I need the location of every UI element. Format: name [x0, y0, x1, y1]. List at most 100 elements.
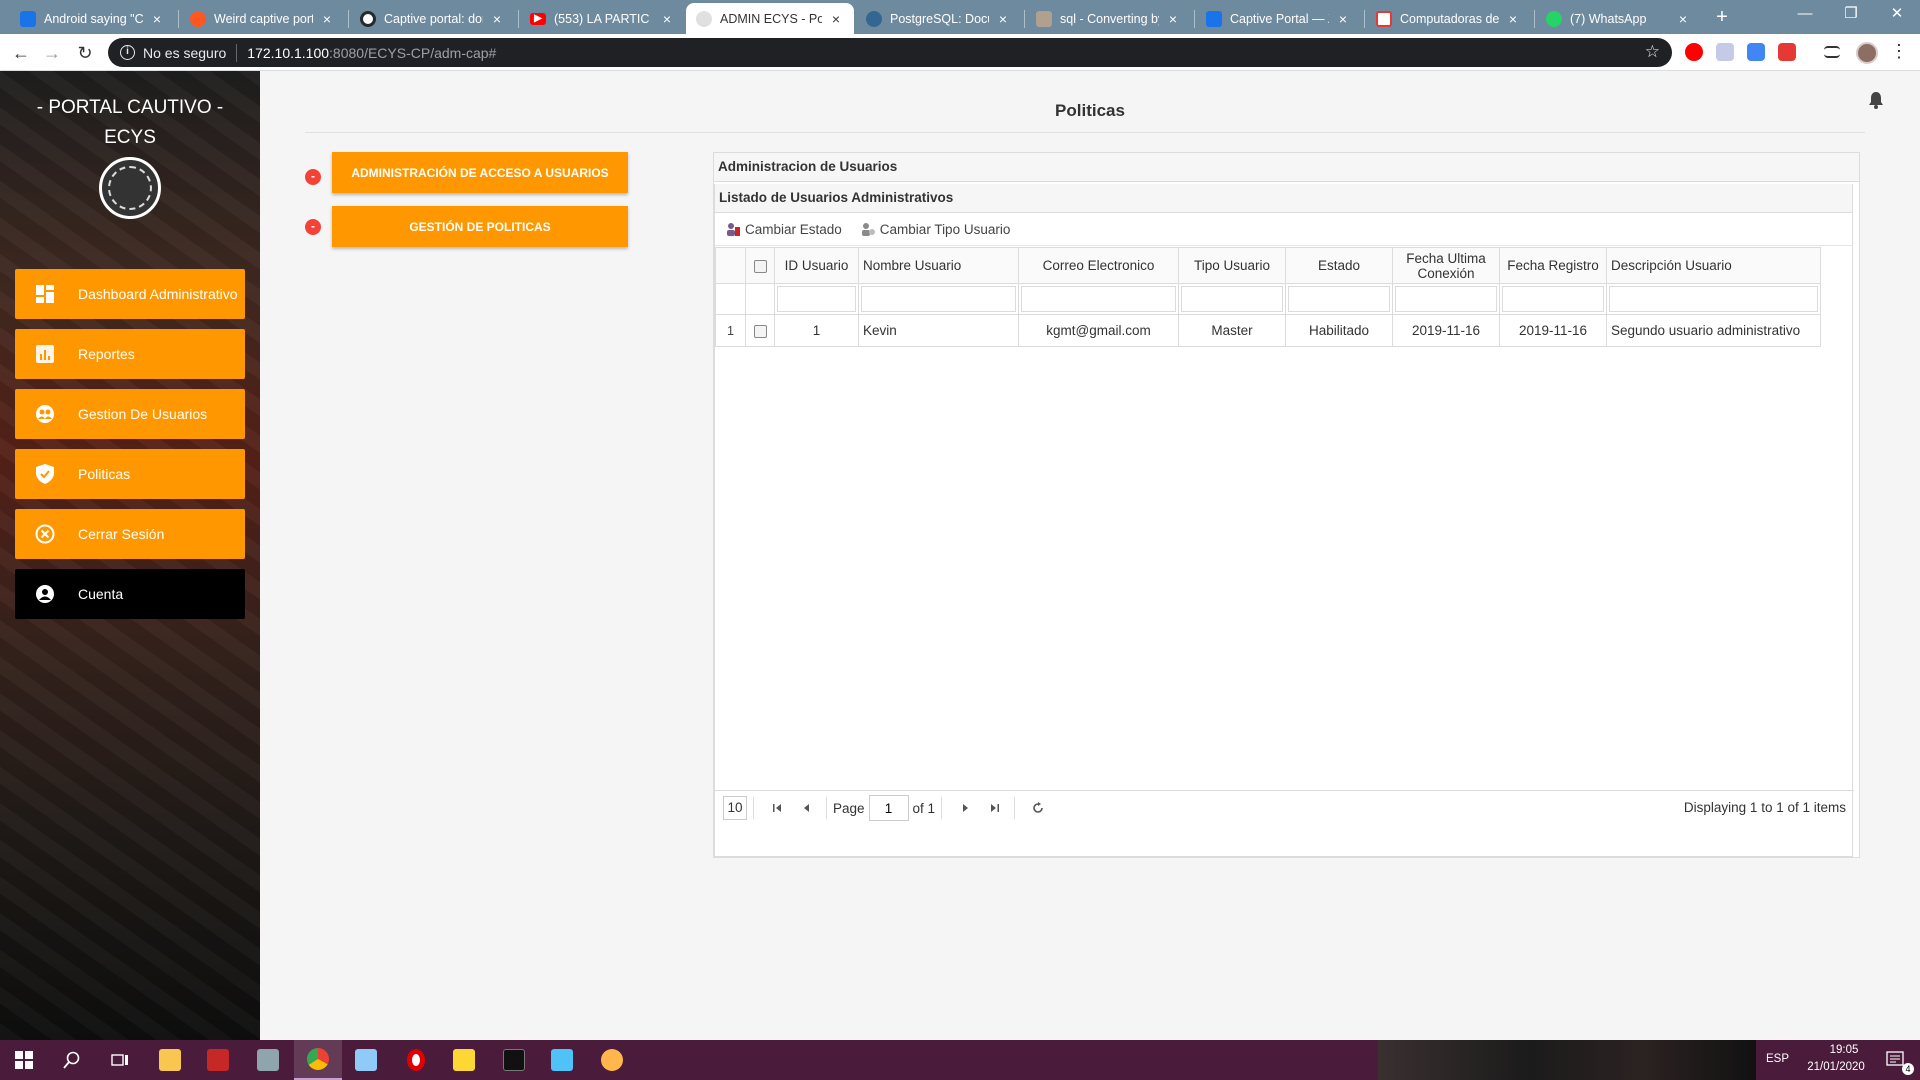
browser-tab[interactable]: Android saying "Co × — [10, 3, 175, 34]
restore-button[interactable]: ❐ — [1828, 0, 1874, 30]
new-tab-button[interactable]: + — [1710, 6, 1734, 30]
browser-tab[interactable]: Captive portal: don × — [350, 3, 515, 34]
browser-tab[interactable]: sql - Converting by × — [1026, 3, 1191, 34]
browser-tab[interactable]: Weird captive porta × — [180, 3, 345, 34]
profile-avatar[interactable] — [1856, 42, 1878, 64]
close-icon[interactable]: × — [659, 11, 675, 27]
cambiar-estado-button[interactable]: Cambiar Estado — [725, 221, 842, 237]
users-icon — [35, 404, 55, 424]
search-button[interactable] — [48, 1040, 96, 1080]
close-icon[interactable]: × — [995, 11, 1011, 27]
taskbar-paint[interactable] — [588, 1040, 636, 1080]
first-page-button[interactable] — [764, 796, 790, 820]
sidebar-item-dashboard[interactable]: Dashboard Administrativo — [15, 269, 245, 319]
browser-tab[interactable]: Computadoras de E × — [1366, 3, 1531, 34]
next-page-button[interactable] — [952, 796, 978, 820]
close-icon[interactable]: × — [1335, 11, 1351, 27]
close-icon[interactable]: × — [149, 11, 165, 27]
filter-input-registro[interactable] — [1502, 286, 1604, 312]
close-icon[interactable]: × — [1675, 11, 1691, 27]
taskbar-chrome[interactable] — [294, 1040, 342, 1080]
browser-tab[interactable]: Captive Portal — Ze × — [1196, 3, 1361, 34]
task-view-button[interactable] — [96, 1040, 144, 1080]
browser-tab[interactable]: ▶ (553) LA PARTIC × — [520, 3, 685, 34]
browser-tab[interactable]: (7) WhatsApp × — [1536, 3, 1701, 34]
tab-title: Weird captive porta — [214, 11, 313, 26]
column-header[interactable]: Descripción Usuario — [1606, 247, 1821, 284]
close-icon[interactable]: × — [319, 11, 335, 27]
taskbar-app[interactable] — [194, 1040, 242, 1080]
column-header[interactable]: Tipo Usuario — [1178, 247, 1286, 284]
filter-input-estado[interactable] — [1288, 286, 1390, 312]
taskbar-sticky-notes[interactable] — [440, 1040, 488, 1080]
search-icon — [63, 1051, 80, 1069]
collapse-toggle-icon[interactable]: - — [305, 219, 321, 235]
column-header[interactable]: Nombre Usuario — [858, 247, 1019, 284]
filter-input-correo[interactable] — [1021, 286, 1176, 312]
select-all-checkbox[interactable] — [745, 247, 775, 284]
table-row[interactable]: 1 1 Kevin kgmt@gmail.com Master Habilita… — [715, 314, 1821, 347]
sidebar-item-cuenta[interactable]: Cuenta — [15, 569, 245, 619]
admin-acceso-usuarios-button[interactable]: ADMINISTRACIÓN DE ACCESO A USUARIOS — [332, 152, 628, 193]
sidebar-item-gestion-usuarios[interactable]: Gestion De Usuarios — [15, 389, 245, 439]
page-title: Politicas — [1055, 101, 1125, 120]
address-bar[interactable]: i No es seguro 172.10.1.100 :8080/ECYS-C… — [108, 38, 1672, 67]
tab-title: Captive portal: don — [384, 11, 483, 26]
minimize-button[interactable]: — — [1782, 0, 1828, 30]
taskbar-time[interactable]: 19:05 — [1818, 1044, 1870, 1056]
taskbar-file-explorer[interactable] — [146, 1040, 194, 1080]
main-content: Politicas - ADMINISTRACIÓN DE ACCESO A U… — [260, 71, 1920, 1040]
media-control-icon[interactable] — [1824, 46, 1840, 58]
close-icon[interactable]: × — [828, 11, 844, 27]
browser-tab[interactable]: PostgreSQL: Docum × — [856, 3, 1021, 34]
start-button[interactable] — [0, 1040, 48, 1080]
close-icon[interactable]: × — [489, 11, 505, 27]
filter-input-descripcion[interactable] — [1609, 286, 1818, 312]
filter-input-tipo[interactable] — [1181, 286, 1283, 312]
sidebar-item-cerrar-sesion[interactable]: Cerrar Sesión — [15, 509, 245, 559]
reload-button[interactable]: ↻ — [72, 40, 98, 66]
extension-google-translate-icon[interactable] — [1747, 43, 1765, 61]
extension-youtube-icon[interactable] — [1685, 43, 1703, 61]
close-icon[interactable]: × — [1165, 11, 1181, 27]
taskbar-language[interactable]: ESP — [1766, 1053, 1789, 1065]
cambiar-tipo-usuario-button[interactable]: Cambiar Tipo Usuario — [860, 221, 1010, 237]
filter-input-nombre[interactable] — [861, 286, 1016, 312]
collapse-toggle-icon[interactable]: - — [305, 169, 321, 185]
gestion-politicas-button[interactable]: GESTIÓN DE POLITICAS — [332, 206, 628, 247]
taskbar-app[interactable] — [244, 1040, 292, 1080]
extension-translate-icon[interactable] — [1716, 43, 1734, 61]
taskbar-opera[interactable] — [392, 1040, 440, 1080]
sidebar-item-reportes[interactable]: Reportes — [15, 329, 245, 379]
bookmark-star-icon[interactable]: ☆ — [1645, 42, 1660, 62]
browser-menu-icon[interactable]: ⋮ — [1890, 41, 1908, 62]
close-icon[interactable]: × — [1505, 11, 1521, 27]
browser-tab-active[interactable]: ADMIN ECYS - Port × — [686, 3, 854, 34]
column-header[interactable]: Correo Electronico — [1018, 247, 1179, 284]
filter-input-ultima[interactable] — [1395, 286, 1497, 312]
last-page-button[interactable] — [982, 796, 1008, 820]
extension-record-icon[interactable] — [1778, 43, 1796, 61]
action-center-button[interactable]: 4 — [1872, 1040, 1920, 1080]
row-checkbox[interactable] — [745, 314, 775, 347]
taskbar-app[interactable] — [342, 1040, 390, 1080]
filter-input-id[interactable] — [777, 286, 856, 312]
column-header[interactable]: Estado — [1285, 247, 1393, 284]
prev-page-button[interactable] — [794, 796, 820, 820]
page-number-input[interactable] — [868, 795, 909, 821]
taskbar-terminal[interactable] — [490, 1040, 538, 1080]
taskbar-date[interactable]: 21/01/2020 — [1802, 1061, 1870, 1073]
column-header[interactable]: Fecha Registro — [1499, 247, 1607, 284]
page-size-select[interactable]: 10 — [723, 796, 747, 820]
refresh-button[interactable] — [1025, 796, 1051, 820]
bell-icon[interactable] — [1868, 91, 1884, 109]
column-header[interactable]: ID Usuario — [774, 247, 859, 284]
sidebar-item-label: Cerrar Sesión — [78, 526, 165, 542]
window-close-button[interactable]: ✕ — [1874, 0, 1920, 30]
info-icon[interactable]: i — [120, 45, 135, 60]
column-header[interactable]: Fecha Ultima Conexión — [1392, 247, 1500, 284]
sidebar-item-politicas[interactable]: Politicas — [15, 449, 245, 499]
taskbar-remote-desktop[interactable] — [538, 1040, 586, 1080]
forward-button[interactable]: → — [39, 40, 65, 66]
back-button[interactable]: ← — [8, 40, 34, 66]
